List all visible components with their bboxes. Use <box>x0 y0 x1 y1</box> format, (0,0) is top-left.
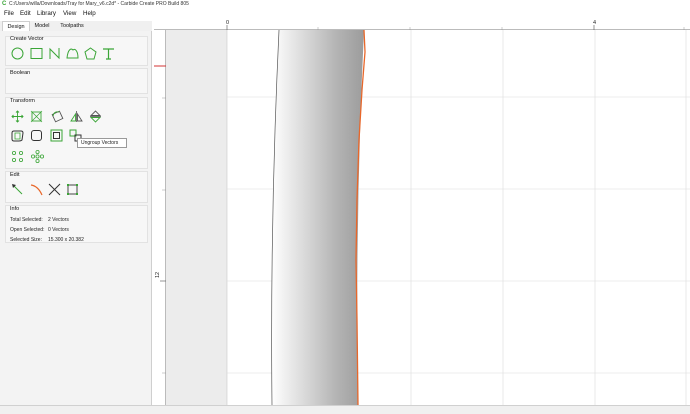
model-preview <box>271 30 364 405</box>
circle-icon[interactable] <box>11 47 24 60</box>
align-icon[interactable] <box>30 110 43 123</box>
left-ruler: 12 <box>154 30 166 405</box>
menu-edit[interactable]: Edit <box>20 10 31 17</box>
ruler-left-label-12: 12 <box>155 271 161 278</box>
ungroup-tooltip: Ungroup Vectors <box>77 138 127 148</box>
menu-file[interactable]: File <box>4 10 14 17</box>
mirror-icon[interactable] <box>70 110 83 123</box>
menu-help[interactable]: Help <box>83 10 96 17</box>
fillet-icon[interactable] <box>30 129 43 142</box>
flip-icon[interactable] <box>89 110 102 123</box>
tab-bar: Design Model Toolpaths <box>0 21 152 31</box>
ruler-top-label-4: 4 <box>593 20 597 26</box>
bounding-box-icon[interactable] <box>66 183 79 196</box>
status-bar <box>0 405 690 414</box>
menu-view[interactable]: View <box>63 10 76 17</box>
boolean-title: Boolean <box>10 70 31 76</box>
menu-library[interactable]: Library <box>37 10 56 17</box>
node-edit-icon[interactable] <box>11 183 24 196</box>
selected-size-label: Selected Size: <box>10 237 42 243</box>
ruler-top-label-0: 0 <box>226 20 230 26</box>
total-selected-value: 2 Vectors <box>48 217 69 223</box>
edit-title: Edit <box>10 172 20 178</box>
circular-array-icon[interactable] <box>11 150 24 163</box>
info-title: Info <box>10 206 20 212</box>
polyline-icon[interactable] <box>48 47 61 60</box>
selected-size-value: 15.300 x 20.382 <box>48 237 84 243</box>
tab-design[interactable]: Design <box>2 21 30 31</box>
rectangular-array-icon[interactable] <box>31 150 44 163</box>
tab-toolpaths[interactable]: Toolpaths <box>55 21 89 31</box>
total-selected-label: Total Selected: <box>10 217 43 223</box>
polygon-icon[interactable] <box>84 47 97 60</box>
curve-icon[interactable] <box>66 47 79 60</box>
offset-icon[interactable] <box>11 129 24 142</box>
knife-icon[interactable] <box>30 183 43 196</box>
group-icon[interactable] <box>50 129 63 142</box>
text-icon[interactable] <box>102 47 115 60</box>
window-title: C:/Users/willa/Downloads/Tray for Mary_v… <box>9 1 189 7</box>
title-bar: C C:/Users/willa/Downloads/Tray for Mary… <box>0 0 690 9</box>
rotate-icon[interactable] <box>51 110 64 123</box>
open-selected-label: Open Selected: <box>10 227 45 233</box>
trim-icon[interactable] <box>48 183 61 196</box>
tab-model[interactable]: Model <box>31 21 53 31</box>
transform-title: Transform <box>10 98 35 104</box>
carbide-create-icon: C <box>2 1 7 7</box>
create-vector-title: Create Vector <box>10 36 44 42</box>
open-selected-value: 0 Vectors <box>48 227 69 233</box>
menu-bar: File Edit Library View Help <box>0 9 690 19</box>
stock-margin <box>166 30 227 405</box>
rectangle-icon[interactable] <box>30 47 43 60</box>
move-icon[interactable] <box>11 110 24 123</box>
design-canvas[interactable] <box>166 30 690 405</box>
top-ruler: 0 4 <box>154 19 690 30</box>
